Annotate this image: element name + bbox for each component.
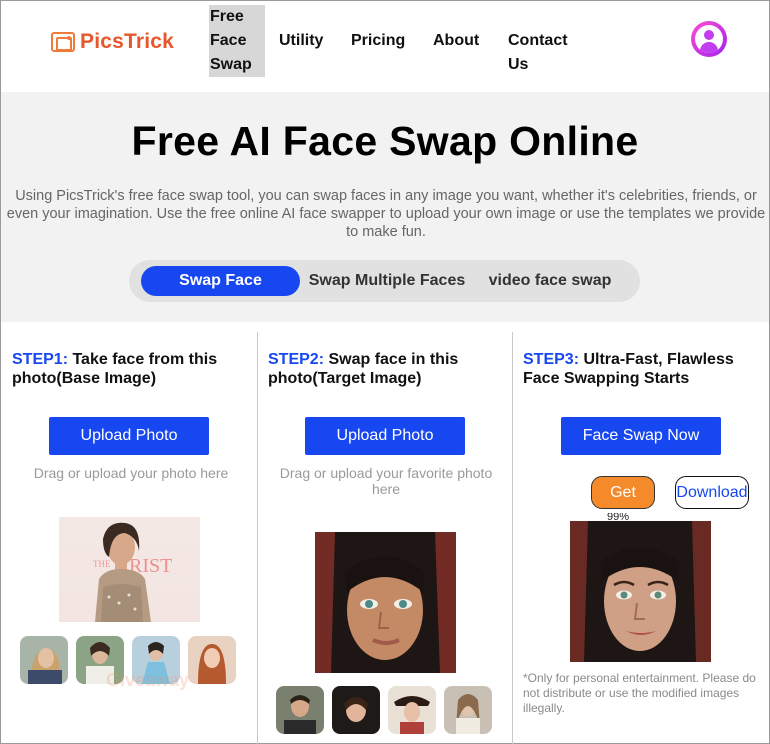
target-template-thumb[interactable] (444, 686, 492, 734)
hero-section: Free AI Face Swap Online Using PicsTrick… (1, 92, 769, 322)
step2-number: STEP2: (268, 351, 325, 368)
watermark-text: Giveaway (106, 670, 190, 690)
svg-text:THE: THE (93, 559, 111, 569)
nav-free-face-swap[interactable]: Free Face Swap (209, 5, 265, 77)
hero-description: Using PicsTrick's free face swap tool, y… (6, 188, 766, 240)
page-title: Free AI Face Swap Online (131, 118, 639, 164)
column-divider (257, 332, 258, 744)
user-avatar[interactable] (691, 21, 727, 57)
target-template-thumb[interactable] (388, 686, 436, 734)
upload-base-photo-button[interactable]: Upload Photo (49, 417, 209, 455)
nav-pricing[interactable]: Pricing (351, 29, 405, 53)
site-header: PicsTrick Free Face Swap Utility Pricing… (1, 1, 769, 92)
nav-utility[interactable]: Utility (279, 29, 323, 53)
image-icon (51, 32, 75, 52)
nav-contact-us[interactable]: Contact Us (508, 29, 578, 77)
step3-title: STEP3: Ultra-Fast, Flawless Face Swappin… (523, 350, 763, 388)
logo-text: PicsTrick (80, 30, 175, 53)
base-template-thumb[interactable] (188, 636, 236, 684)
result-image (570, 521, 711, 662)
nav-about[interactable]: About (433, 29, 479, 53)
upload-target-photo-button[interactable]: Upload Photo (305, 417, 465, 455)
step2-title: STEP2: Swap face in this photo(Target Im… (268, 350, 503, 388)
target-template-thumb[interactable] (332, 686, 380, 734)
progress-text: 99% (607, 513, 630, 521)
tab-swap-face[interactable]: Swap Face (141, 266, 300, 296)
base-image: RIST THE (59, 517, 200, 622)
target-template-thumb[interactable] (276, 686, 324, 734)
user-icon (695, 25, 723, 53)
step1-number: STEP1: (12, 351, 69, 368)
download-button[interactable]: Download (675, 476, 749, 509)
base-template-thumb[interactable] (20, 636, 68, 684)
upload-base-hint[interactable]: Drag or upload your photo here (21, 465, 241, 481)
upload-target-hint[interactable]: Drag or upload your favorite photo here (273, 465, 499, 497)
disclaimer-note: *Only for personal entertainment. Please… (523, 671, 756, 715)
tab-video-face-swap[interactable]: video face swap (479, 266, 621, 296)
get-button[interactable]: Get (591, 476, 655, 509)
column-divider (512, 332, 513, 744)
steps-section: STEP1: Take face from this photo(Base Im… (1, 322, 769, 744)
target-image (315, 532, 456, 673)
face-swap-now-button[interactable]: Face Swap Now (561, 417, 721, 455)
mode-tabs: Swap Face Swap Multiple Faces video face… (129, 260, 640, 302)
logo[interactable]: PicsTrick (51, 30, 174, 54)
tab-swap-multiple-faces[interactable]: Swap Multiple Faces (307, 266, 467, 296)
step3-number: STEP3: (523, 351, 580, 368)
step1-title: STEP1: Take face from this photo(Base Im… (12, 350, 247, 388)
